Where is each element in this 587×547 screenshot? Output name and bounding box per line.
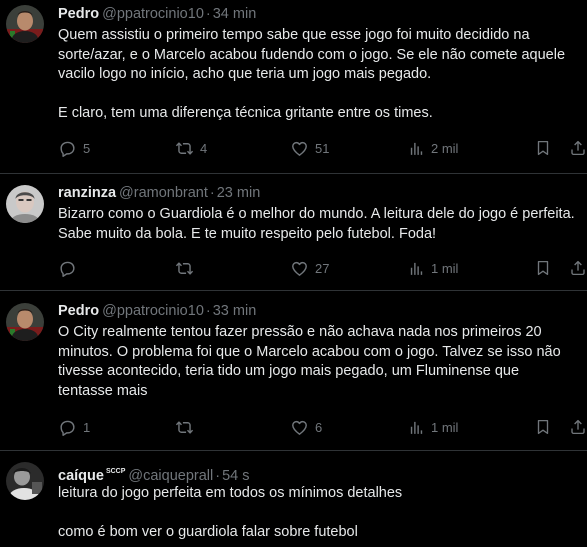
user-handle[interactable]: @ppatrocinio10 bbox=[102, 6, 204, 22]
share-button[interactable] bbox=[569, 416, 587, 438]
tweet-text: leitura do jogo perfeita em todos os mín… bbox=[58, 484, 577, 543]
reply-count: 5 bbox=[83, 140, 91, 156]
tweet-body: Pedro @ppatrocinio10 · 33 min O City realme… bbox=[58, 301, 577, 401]
action-bar: 27 1 mil bbox=[58, 257, 577, 279]
action-bar: 5 4 51 2 mil bbox=[58, 137, 577, 159]
views-chart-icon bbox=[408, 140, 425, 157]
display-name[interactable]: Pedro bbox=[58, 6, 99, 22]
action-bar: 1 6 1 mil bbox=[58, 416, 577, 438]
heart-icon bbox=[290, 259, 309, 278]
like-count: 27 bbox=[315, 260, 330, 276]
avatar[interactable] bbox=[6, 303, 44, 341]
tweet-paragraph: E claro, tem uma diferença técnica grita… bbox=[58, 105, 433, 121]
views-button[interactable]: 2 mil bbox=[408, 137, 458, 159]
tweet-header: ranzinza @ramonbrant · 23 min bbox=[58, 183, 577, 203]
like-button[interactable]: 6 bbox=[290, 416, 322, 438]
separator-dot: · bbox=[205, 303, 211, 319]
tweet-header: caíque SCCP @caiqueprall · 54 s bbox=[58, 462, 577, 484]
retweet-count: 4 bbox=[200, 140, 208, 156]
tweet-text: Bizarro como o Guardiola é o melhor do m… bbox=[58, 205, 577, 244]
timestamp[interactable]: 34 min bbox=[213, 6, 257, 22]
bookmark-icon bbox=[534, 418, 552, 436]
retweet-button[interactable]: 4 bbox=[175, 137, 207, 159]
separator-dot: · bbox=[209, 185, 215, 201]
retweet-icon bbox=[175, 418, 194, 437]
retweet-icon bbox=[175, 259, 194, 278]
share-button[interactable] bbox=[569, 137, 587, 159]
bookmark-button[interactable] bbox=[534, 416, 552, 438]
views-count: 1 mil bbox=[431, 260, 459, 276]
retweet-button[interactable] bbox=[175, 416, 200, 438]
timestamp[interactable]: 23 min bbox=[217, 185, 261, 201]
bookmark-icon bbox=[534, 259, 552, 277]
user-handle[interactable]: @ramonbrant bbox=[119, 185, 208, 201]
tweet-paragraph: como é bom ver o guardiola falar sobre f… bbox=[58, 524, 358, 540]
avatar[interactable] bbox=[6, 185, 44, 223]
bookmark-icon bbox=[534, 139, 552, 157]
separator-dot: · bbox=[215, 468, 221, 484]
tweet-paragraph: leitura do jogo perfeita em todos os mín… bbox=[58, 485, 403, 501]
views-button[interactable]: 1 mil bbox=[408, 416, 458, 438]
reply-tweet[interactable]: ranzinza @ramonbrant · 23 min Bizarro como … bbox=[0, 174, 587, 291]
user-handle[interactable]: @ppatrocinio10 bbox=[102, 303, 204, 319]
reply-button[interactable] bbox=[58, 257, 83, 279]
views-chart-icon bbox=[408, 419, 425, 436]
team-badge: SCCP bbox=[105, 468, 126, 475]
reply-count: 1 bbox=[83, 419, 91, 435]
reply-icon bbox=[58, 139, 77, 158]
like-count: 51 bbox=[315, 140, 330, 156]
reply-icon bbox=[58, 259, 77, 278]
share-icon bbox=[569, 418, 587, 436]
user-handle[interactable]: @caiqueprall bbox=[128, 468, 213, 484]
views-chart-icon bbox=[408, 260, 425, 277]
bookmark-button[interactable] bbox=[534, 257, 552, 279]
avatar[interactable] bbox=[6, 5, 44, 43]
like-button[interactable]: 27 bbox=[290, 257, 329, 279]
tweet-paragraph: Quem assistiu o primeiro tempo sabe que … bbox=[58, 27, 566, 82]
tweet-body: Pedro @ppatrocinio10 · 34 min Quem assistiu… bbox=[58, 4, 577, 124]
tweet-text: Quem assistiu o primeiro tempo sabe que … bbox=[58, 26, 577, 124]
tweet-text: O City realmente tentou fazer pressão e … bbox=[58, 323, 577, 401]
heart-icon bbox=[290, 139, 309, 158]
timestamp[interactable]: 54 s bbox=[222, 468, 249, 484]
share-icon bbox=[569, 139, 587, 157]
reply-tweet[interactable]: Pedro @ppatrocinio10 · 33 min O City realme… bbox=[0, 291, 587, 451]
reply-button[interactable]: 1 bbox=[58, 416, 90, 438]
views-button[interactable]: 1 mil bbox=[408, 257, 458, 279]
display-name[interactable]: caíque bbox=[58, 468, 104, 484]
reply-icon bbox=[58, 418, 77, 437]
display-name[interactable]: Pedro bbox=[58, 303, 99, 319]
display-name[interactable]: ranzinza bbox=[58, 185, 116, 201]
retweet-button[interactable] bbox=[175, 257, 200, 279]
heart-icon bbox=[290, 418, 309, 437]
views-count: 2 mil bbox=[431, 140, 459, 156]
separator-dot: · bbox=[205, 6, 211, 22]
bookmark-button[interactable] bbox=[534, 137, 552, 159]
views-count: 1 mil bbox=[431, 419, 459, 435]
like-count: 6 bbox=[315, 419, 323, 435]
avatar[interactable] bbox=[6, 462, 44, 500]
share-icon bbox=[569, 259, 587, 277]
tweet-paragraph: O City realmente tentou fazer pressão e … bbox=[58, 324, 561, 399]
reply-tweet[interactable]: Pedro @ppatrocinio10 · 34 min Quem assistiu… bbox=[0, 0, 587, 174]
retweet-icon bbox=[175, 139, 194, 158]
tweet-body: caíque SCCP @caiqueprall · 54 s leitura do j… bbox=[58, 462, 577, 543]
like-button[interactable]: 51 bbox=[290, 137, 329, 159]
tweet-body: ranzinza @ramonbrant · 23 min Bizarro como … bbox=[58, 183, 577, 244]
tweet-paragraph: Bizarro como o Guardiola é o melhor do m… bbox=[58, 206, 575, 242]
reply-button[interactable]: 5 bbox=[58, 137, 90, 159]
share-button[interactable] bbox=[569, 257, 587, 279]
tweet-header: Pedro @ppatrocinio10 · 34 min bbox=[58, 4, 577, 24]
timestamp[interactable]: 33 min bbox=[213, 303, 257, 319]
reply-timeline: Pedro @ppatrocinio10 · 34 min Quem assistiu… bbox=[0, 0, 587, 547]
reply-tweet[interactable]: caíque SCCP @caiqueprall · 54 s leitura do j… bbox=[0, 451, 587, 547]
tweet-header: Pedro @ppatrocinio10 · 33 min bbox=[58, 301, 577, 321]
